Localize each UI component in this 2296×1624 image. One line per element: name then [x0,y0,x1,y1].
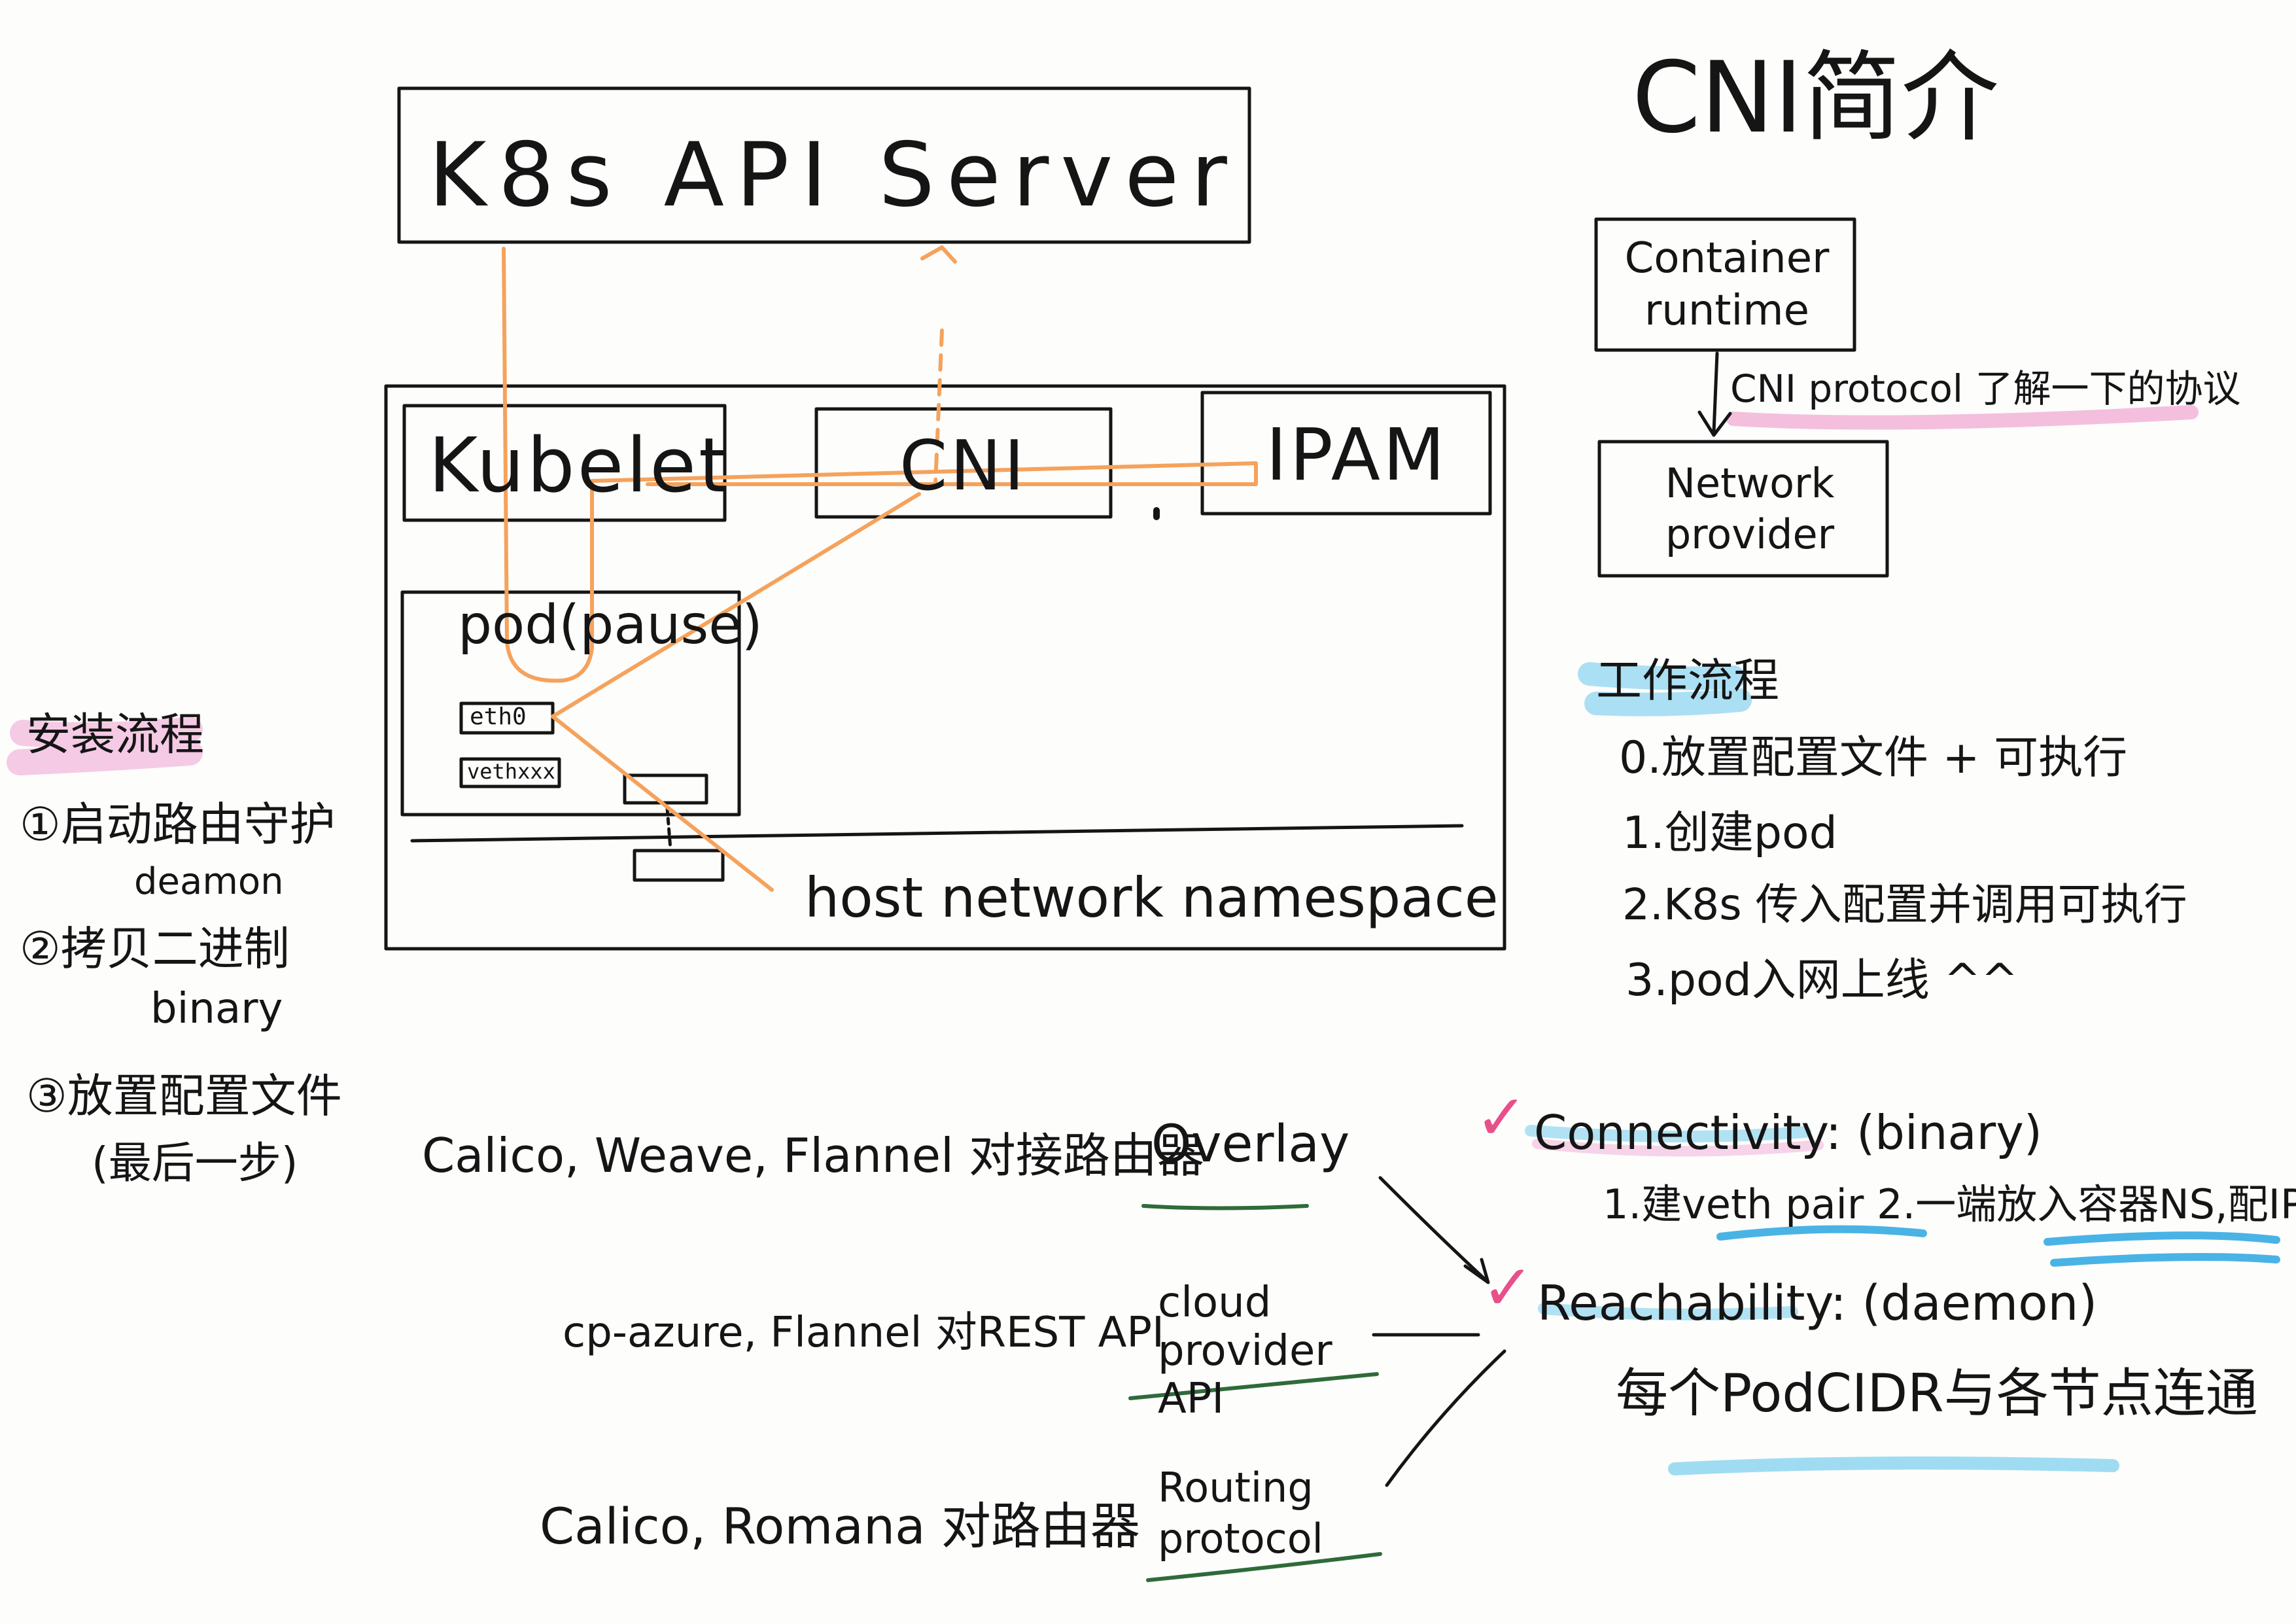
veth-port-box [623,773,708,805]
deploy-step-1: ①启动路由守护 [20,798,336,851]
impl-row-3-mode: Routing protocol [1158,1464,1323,1562]
workflow-step-0: 0.放置配置文件 + 可执行 [1619,732,2128,784]
workflow-step-2: 2.K8s 传入配置并调用可执行 [1622,879,2187,930]
impl-row-2-mode: cloud provider API [1158,1279,1332,1424]
reachability-detail: 每个PodCIDR与各节点连通 [1616,1363,2258,1424]
deploy-step-3-sub: (最后一步) [92,1138,298,1188]
workflow-step-1: 1.创建pod [1622,807,1837,859]
host-port-box [633,849,725,882]
deploy-step-1-sub: deamon [134,860,284,903]
host-ns-label: host network namespace [805,866,1499,930]
deploy-step-2: ②拷贝二进制 [20,922,290,976]
impl-row-1-plugins: Calico, Weave, Flannel 对接路由器 [422,1128,1204,1183]
protocol-label: CNI protocol 了解一下的协议 [1730,366,2241,411]
workflow-title: 工作流程 [1596,654,1779,707]
reachability-label: Reachability: (daemon) [1537,1275,2098,1332]
host-ns-divider [410,824,1464,843]
protocol-pink-highlight [1726,405,2199,430]
container-runtime-label: Container runtime [1624,234,1830,335]
connectivity-label: Connectivity: (binary) [1534,1105,2042,1160]
connectivity-detail-underline [1716,1225,2280,1267]
cni-eth0-flow [551,492,921,892]
impl-row-3-plugins: Calico, Romana 对路由器 [540,1497,1140,1555]
connectivity-detail: 1.建veth pair 2.一端放入容器NS,配IP路由 [1603,1180,2296,1228]
kubelet-label: Kubelet [428,422,731,510]
routing-arrow [1385,1349,1506,1487]
reachability-check-icon: ✓ [1482,1251,1535,1324]
overlay-underline [1141,1204,1309,1210]
overlay-arrow [1378,1176,1490,1284]
api-server-label: K8s API Server [428,124,1239,226]
impl-row-2-plugins: cp-azure, Flannel 对REST API [563,1309,1164,1357]
impl-row-1-mode: Overlay [1151,1115,1350,1174]
protocol-arrow [1697,351,1732,437]
vethxxx-label: vethxxx [467,759,555,784]
deploy-step-3: ③放置配置文件 [26,1069,342,1123]
connectivity-check-icon: ✓ [1475,1081,1528,1154]
cni-to-api-arrowhead [920,245,957,264]
workflow-step-3: 3.pod入网上线 ^^ [1626,955,2019,1006]
cni-label: CNI [899,426,1027,506]
orange-flow-lines [502,245,1258,892]
ipam-label: IPAM [1266,413,1448,497]
network-provider-label: Network provider [1665,459,1835,558]
whiteboard-canvas: K8s API Server Kubelet CNI IPAM pod(paus… [0,0,2296,1624]
pod-label: pod(pause) [458,594,763,656]
intro-title: CNI简介 [1632,41,2000,155]
deploy-title: 安装流程 [26,709,205,761]
deploy-step-2-sub: binary [150,985,283,1033]
reachability-detail-underline [1668,1456,2119,1475]
eth0-label: eth0 [470,703,527,730]
